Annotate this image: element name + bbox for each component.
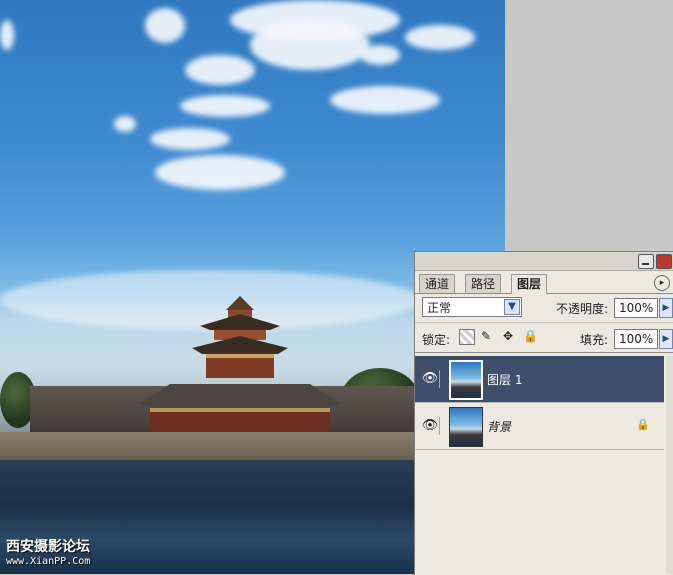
layer-name: 图层 1 xyxy=(487,373,523,387)
layer-thumbnail xyxy=(449,360,483,400)
opacity-slider-arrow-icon[interactable]: ▶ xyxy=(659,298,673,318)
cloud xyxy=(180,95,270,117)
layers-panel: 通道 路径 图层 ▸ 正常 ▼ 不透明度: 100% ▶ 锁定: ✎ ✥ 🔒 填… xyxy=(414,251,673,575)
brush-lock-icon[interactable]: ✎ xyxy=(479,329,493,343)
fill-label: 填充: xyxy=(580,333,609,347)
transparency-lock-icon[interactable] xyxy=(459,329,475,345)
eye-icon[interactable]: 👁 xyxy=(421,417,440,435)
fill-input[interactable]: 100% xyxy=(614,329,658,349)
cloud xyxy=(0,20,14,50)
fill-slider-arrow-icon[interactable]: ▶ xyxy=(659,329,673,349)
cloud xyxy=(185,55,255,85)
tab-layers[interactable]: 图层 xyxy=(511,274,548,294)
eye-icon[interactable]: 👁 xyxy=(421,370,440,388)
lock-icon: 🔒 xyxy=(636,418,650,431)
cloud xyxy=(405,25,475,50)
cloud xyxy=(145,8,185,43)
tab-paths[interactable]: 路径 xyxy=(465,274,502,293)
minimize-icon[interactable] xyxy=(638,254,654,269)
layer-row-layer1[interactable]: 👁 图层 1 xyxy=(415,356,664,403)
move-lock-icon[interactable]: ✥ xyxy=(501,329,515,343)
lock-label: 锁定: xyxy=(422,333,451,347)
chevron-down-icon[interactable]: ▼ xyxy=(504,299,520,315)
layer-thumbnail xyxy=(449,407,483,447)
cloud xyxy=(155,155,285,190)
opacity-label: 不透明度: xyxy=(556,302,609,316)
cloud xyxy=(150,128,230,150)
watermark-title: 西安摄影论坛 xyxy=(6,539,90,555)
tab-channels[interactable]: 通道 xyxy=(419,274,456,293)
corner-tower xyxy=(140,296,340,438)
cloud xyxy=(114,116,136,132)
close-icon[interactable] xyxy=(656,254,672,269)
cloud xyxy=(360,45,400,65)
cloud xyxy=(330,86,440,114)
lock-row: 锁定: ✎ ✥ 🔒 填充: 100% ▶ xyxy=(415,326,673,353)
blend-mode-select[interactable]: 正常 ▼ xyxy=(422,297,522,317)
blend-row: 正常 ▼ 不透明度: 100% ▶ xyxy=(415,294,673,323)
watermark-url: www.XianPP.Com xyxy=(6,556,91,567)
panel-tabs: 通道 路径 图层 ▸ xyxy=(415,271,673,294)
panel-menu-icon[interactable]: ▸ xyxy=(654,275,670,291)
panel-titlebar[interactable] xyxy=(415,252,673,271)
cloud xyxy=(250,20,370,70)
watermark: 西安摄影论坛 www.XianPP.Com xyxy=(6,536,90,567)
padlock-icon[interactable]: 🔒 xyxy=(523,329,538,343)
layers-scrollbar[interactable] xyxy=(666,356,673,574)
workspace-background xyxy=(505,0,673,255)
blend-mode-value: 正常 xyxy=(427,301,452,315)
layer-row-background[interactable]: 👁 背景 🔒 xyxy=(415,403,664,450)
opacity-input[interactable]: 100% xyxy=(614,298,658,318)
layer-name: 背景 xyxy=(487,420,512,434)
